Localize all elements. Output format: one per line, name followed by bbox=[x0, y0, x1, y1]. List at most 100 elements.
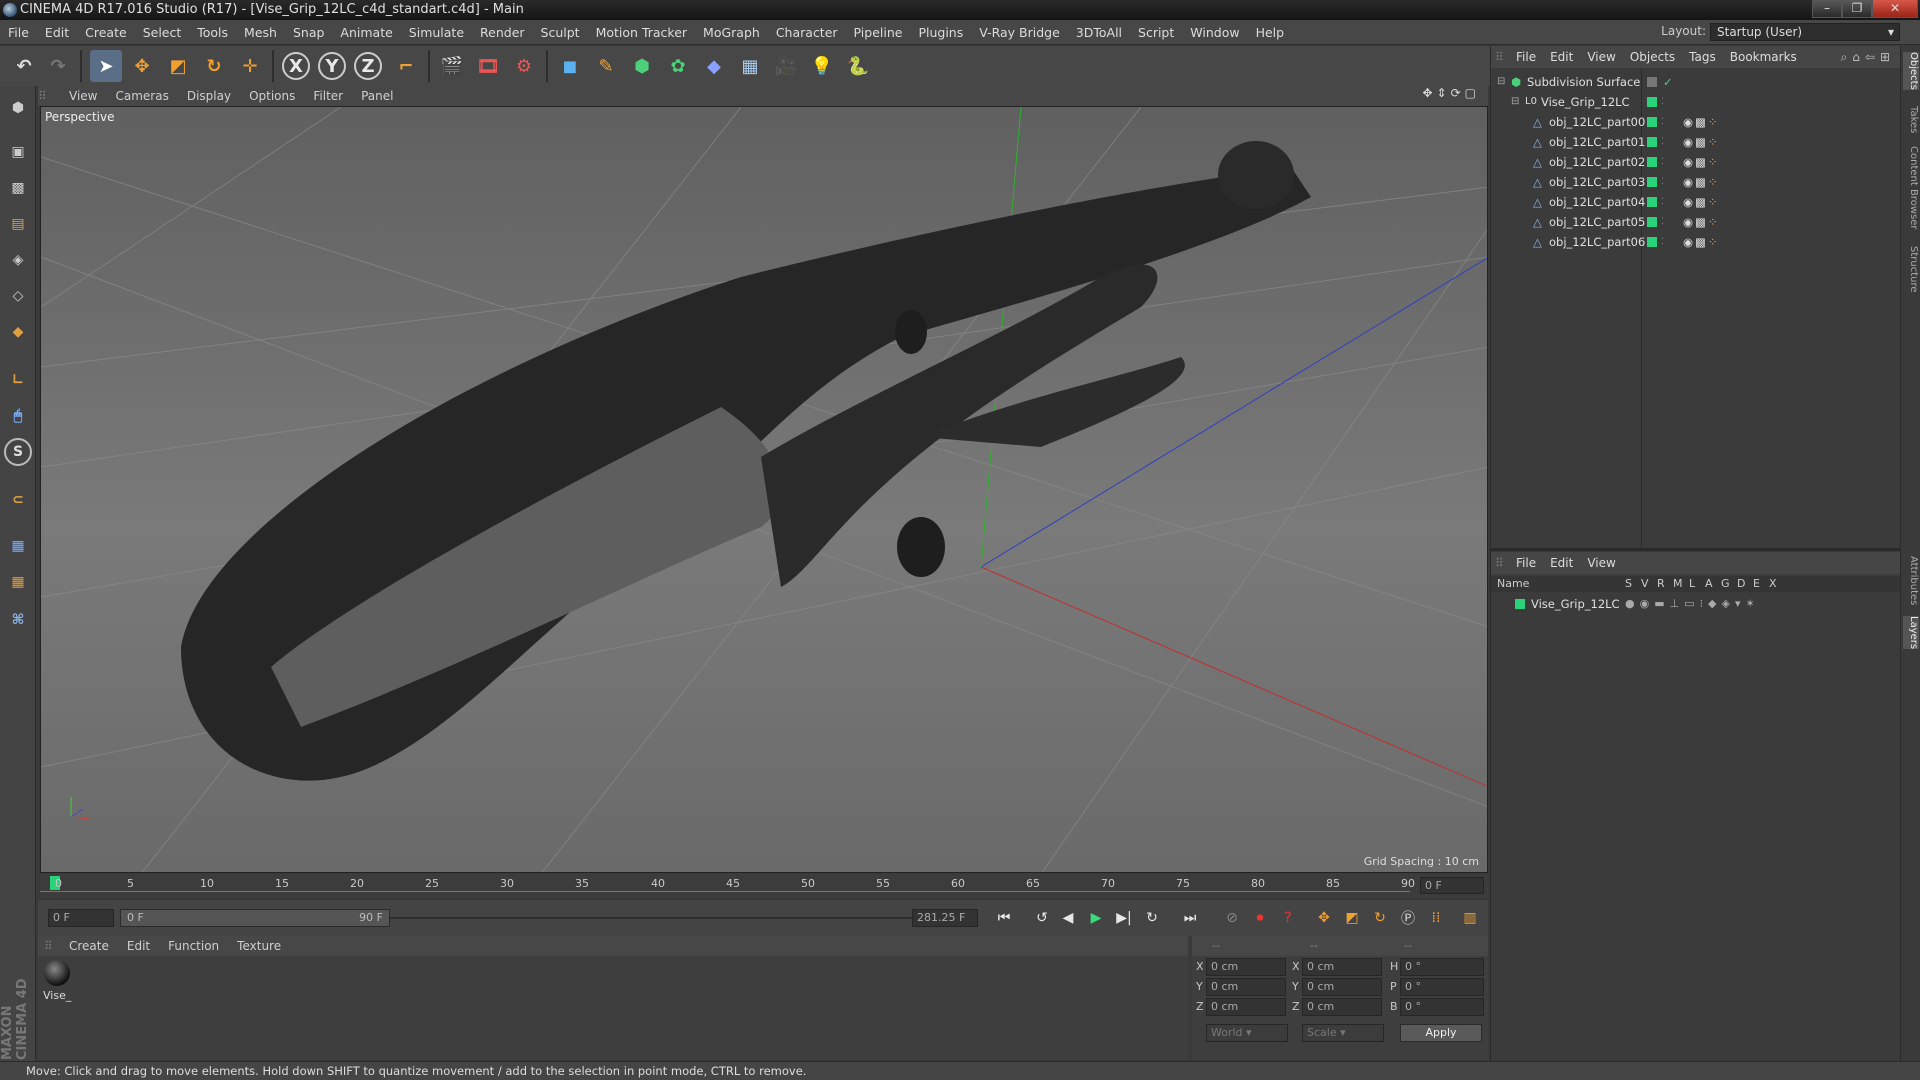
layer-color-swatch[interactable] bbox=[1647, 117, 1657, 127]
coord-system-select[interactable]: World ▾ bbox=[1206, 1024, 1288, 1042]
col-solo[interactable]: S bbox=[1625, 576, 1632, 592]
material-menu-texture[interactable]: Texture bbox=[228, 936, 290, 956]
make-editable-icon[interactable]: ⬢ bbox=[4, 94, 32, 122]
col-deformers[interactable]: D bbox=[1737, 576, 1745, 592]
loop-icon[interactable]: ↻ bbox=[1140, 906, 1164, 930]
menu-create[interactable]: Create bbox=[77, 20, 135, 45]
drag-handle-icon[interactable]: ⠿ bbox=[38, 89, 60, 103]
material-swatch[interactable] bbox=[44, 960, 70, 986]
python-script-icon[interactable]: ⌘ bbox=[4, 606, 32, 634]
texture-mode-icon[interactable]: ▩ bbox=[4, 174, 32, 202]
menu-pipeline[interactable]: Pipeline bbox=[846, 20, 911, 45]
side-tab-attributes[interactable]: Attributes bbox=[1903, 556, 1919, 605]
object-menu-objects[interactable]: Objects bbox=[1623, 46, 1682, 68]
collapse-icon[interactable]: ⊟ bbox=[1511, 92, 1519, 112]
object-row[interactable]: △ obj_12LC_part05 ⁚ ◉▩⁘ bbox=[1491, 212, 1901, 232]
visibility-dots-icon[interactable]: ⁚ bbox=[1661, 172, 1664, 192]
layer-color-swatch[interactable] bbox=[1515, 599, 1525, 609]
menu-window[interactable]: Window bbox=[1182, 20, 1247, 45]
points-mode-icon[interactable]: ◈ bbox=[4, 246, 32, 274]
size-x-field[interactable]: 0 cm bbox=[1302, 958, 1382, 976]
viewport-menu-filter[interactable]: Filter bbox=[304, 86, 352, 106]
pen-spline-icon[interactable]: ✎ bbox=[590, 50, 622, 82]
timeline-window-icon[interactable]: ▥ bbox=[1458, 906, 1482, 930]
rotate-icon[interactable]: ↻ bbox=[198, 50, 230, 82]
go-to-start-icon[interactable]: ⏮ bbox=[992, 906, 1016, 930]
viewport-menu-view[interactable]: View bbox=[60, 86, 106, 106]
object-row[interactable]: △ obj_12LC_part06 ⁚ ◉▩⁘ bbox=[1491, 232, 1901, 252]
rot-b-field[interactable]: 0 ° bbox=[1400, 998, 1484, 1016]
render-settings-icon[interactable]: ⚙ bbox=[508, 50, 540, 82]
object-menu-bookmarks[interactable]: Bookmarks bbox=[1723, 46, 1804, 68]
rot-p-field[interactable]: 0 ° bbox=[1400, 978, 1484, 996]
layer-menu-edit[interactable]: Edit bbox=[1543, 552, 1580, 574]
menu-simulate[interactable]: Simulate bbox=[401, 20, 472, 45]
transform-icon[interactable]: ✛ bbox=[234, 50, 266, 82]
key-position-icon[interactable]: ✥ bbox=[1312, 906, 1336, 930]
viewport-menu-cameras[interactable]: Cameras bbox=[106, 86, 177, 106]
col-manager[interactable]: M bbox=[1673, 576, 1683, 592]
planar-workplane-icon[interactable]: ▦ bbox=[4, 568, 32, 596]
object-menu-edit[interactable]: Edit bbox=[1543, 46, 1580, 68]
side-tab-layers[interactable]: Layers bbox=[1903, 616, 1919, 650]
light-icon[interactable]: 💡 bbox=[806, 50, 838, 82]
x-axis-toggle[interactable]: X bbox=[282, 52, 310, 80]
side-tab-structure[interactable]: Structure bbox=[1903, 246, 1919, 293]
material-menu-edit[interactable]: Edit bbox=[118, 936, 159, 956]
layer-menu-file[interactable]: File bbox=[1509, 552, 1543, 574]
layer-color-swatch[interactable] bbox=[1647, 157, 1657, 167]
layer-color-swatch[interactable] bbox=[1647, 217, 1657, 227]
minimize-button[interactable]: – bbox=[1812, 0, 1842, 18]
key-pla-icon[interactable]: ⁞⁞ bbox=[1424, 906, 1448, 930]
go-to-end-icon[interactable]: ⏭ bbox=[1178, 906, 1202, 930]
tag-icons[interactable]: ◉▩⁘ bbox=[1683, 212, 1720, 232]
visibility-dots-icon[interactable]: ⁚ bbox=[1661, 132, 1664, 152]
tag-icons[interactable]: ◉▩⁘ bbox=[1683, 232, 1720, 252]
menu-vray-bridge[interactable]: V-Ray Bridge bbox=[971, 20, 1068, 45]
z-axis-toggle[interactable]: Z bbox=[354, 52, 382, 80]
object-row[interactable]: △ obj_12LC_part01 ⁚ ◉▩⁘ bbox=[1491, 132, 1901, 152]
snap-icon[interactable]: S bbox=[4, 438, 32, 466]
edges-mode-icon[interactable]: ◇ bbox=[4, 282, 32, 310]
deformer-icon[interactable]: ◆ bbox=[698, 50, 730, 82]
object-row[interactable]: △ obj_12LC_part00 ⁚ ◉▩⁘ bbox=[1491, 112, 1901, 132]
menu-file[interactable]: File bbox=[0, 20, 37, 45]
start-frame-field[interactable]: 0 F bbox=[48, 909, 114, 927]
rot-h-field[interactable]: 0 ° bbox=[1400, 958, 1484, 976]
polygons-mode-icon[interactable]: ◆ bbox=[4, 318, 32, 346]
axis-mode-icon[interactable]: ∟ bbox=[4, 366, 32, 394]
drag-handle-icon[interactable]: ⠿ bbox=[38, 939, 60, 953]
viewport-menu-display[interactable]: Display bbox=[178, 86, 240, 106]
object-menu-file[interactable]: File bbox=[1509, 46, 1543, 68]
viewport-menu-panel[interactable]: Panel bbox=[352, 86, 402, 106]
drag-handle-icon[interactable]: ⠿ bbox=[1491, 556, 1509, 570]
tag-icons[interactable]: ◉▩⁘ bbox=[1683, 152, 1720, 172]
layer-row[interactable]: Vise_Grip_12LC ●◉▬⊥▭⁝◆◈▾✶ bbox=[1491, 594, 1901, 614]
col-animation[interactable]: A bbox=[1705, 576, 1713, 592]
frame-range-slider[interactable]: 0 F 90 F bbox=[120, 909, 390, 927]
move-icon[interactable]: ✥ bbox=[126, 50, 158, 82]
scale-icon[interactable]: ◩ bbox=[162, 50, 194, 82]
menu-render[interactable]: Render bbox=[472, 20, 533, 45]
collapse-icon[interactable]: ⊟ bbox=[1497, 72, 1505, 92]
play-icon[interactable]: ▶ bbox=[1084, 906, 1108, 930]
col-view[interactable]: V bbox=[1641, 576, 1649, 592]
key-param-icon[interactable]: Ⓟ bbox=[1396, 906, 1420, 930]
material-menu-function[interactable]: Function bbox=[159, 936, 228, 956]
col-render[interactable]: R bbox=[1657, 576, 1665, 592]
menu-help[interactable]: Help bbox=[1248, 20, 1293, 45]
menu-select[interactable]: Select bbox=[135, 20, 190, 45]
menu-plugins[interactable]: Plugins bbox=[910, 20, 971, 45]
pos-x-field[interactable]: 0 cm bbox=[1206, 958, 1286, 976]
timeline-ruler[interactable]: 0 5 10 15 20 25 30 35 40 45 50 55 60 65 … bbox=[40, 874, 1488, 898]
apply-button[interactable]: Apply bbox=[1400, 1024, 1482, 1042]
menu-mesh[interactable]: Mesh bbox=[236, 20, 285, 45]
current-frame-field[interactable]: 281.25 F bbox=[912, 909, 978, 927]
layout-select[interactable]: Startup (User) ▾ bbox=[1710, 23, 1900, 41]
layer-color-swatch[interactable] bbox=[1647, 177, 1657, 187]
layer-color-swatch[interactable] bbox=[1647, 97, 1657, 107]
previous-key-icon[interactable]: ↺ bbox=[1030, 906, 1054, 930]
menu-3dtoall[interactable]: 3DToAll bbox=[1068, 20, 1130, 45]
layer-menu-view[interactable]: View bbox=[1580, 552, 1622, 574]
python-icon[interactable]: 🐍 bbox=[842, 50, 874, 82]
